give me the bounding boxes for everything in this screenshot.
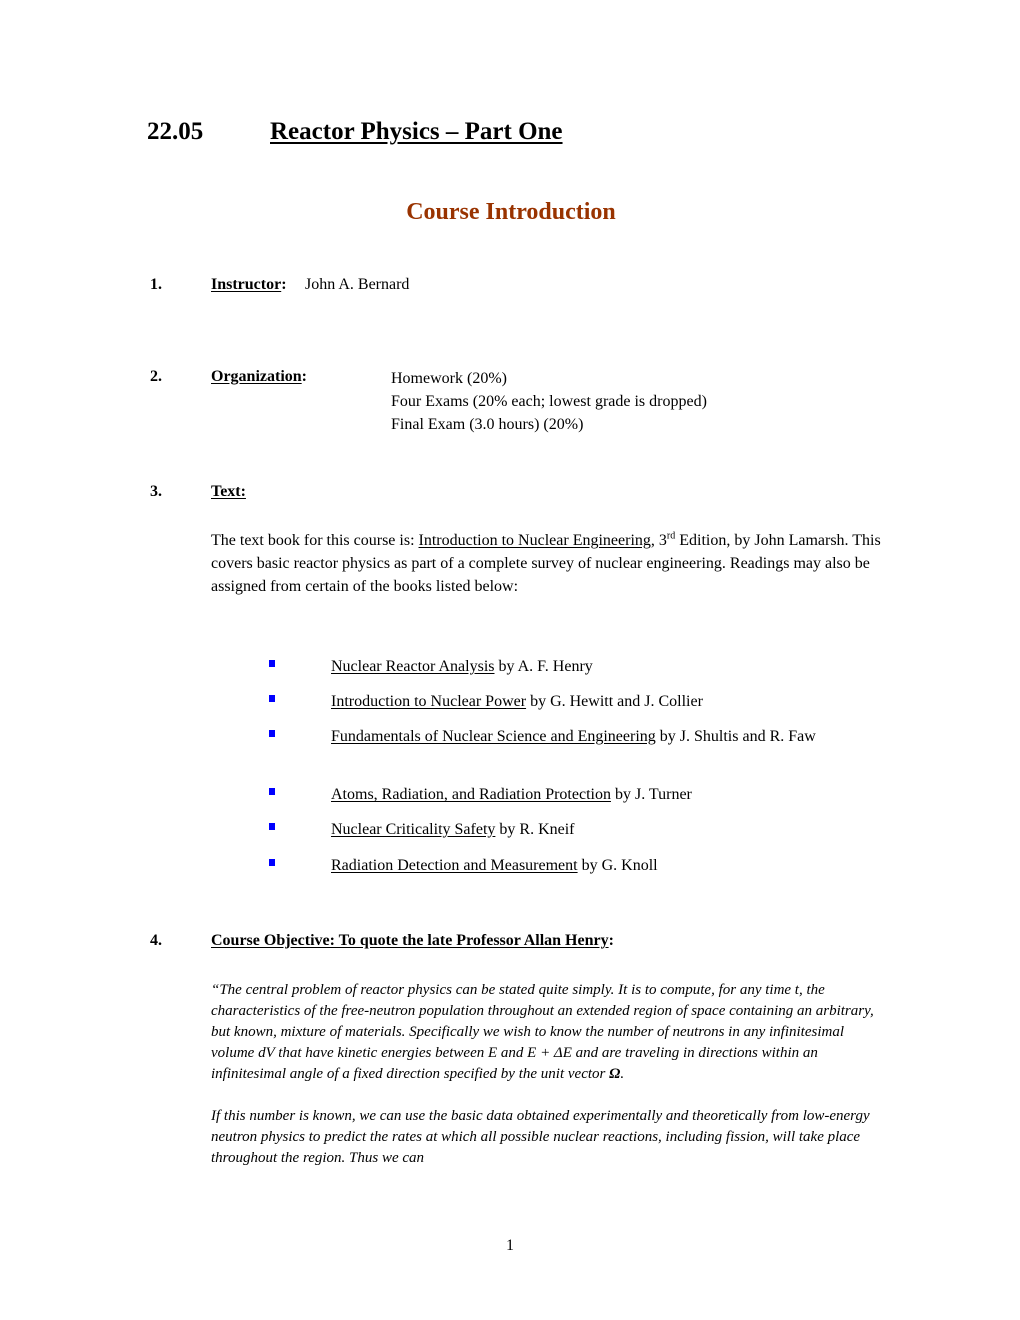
book-author: by R. Kneif (495, 821, 575, 838)
grading-list: Homework (20%) Four Exams (20% each; low… (391, 367, 707, 436)
page-number: 1 (506, 1237, 514, 1254)
book-title: Radiation Detection and Measurement (331, 857, 578, 874)
book-author: by G. Knoll (577, 857, 658, 874)
book-title: Nuclear Reactor Analysis (331, 658, 495, 675)
section-4-number: 4. (150, 932, 162, 949)
book-author: by A. F. Henry (494, 658, 593, 675)
organization-label: Organization (211, 368, 302, 385)
section-3-label: Text: (211, 483, 246, 501)
square-bullet-icon (269, 788, 275, 795)
instructor-name: John A. Bernard (305, 276, 410, 293)
textbook-title: Introduction to Nuclear Engineering (418, 532, 651, 549)
edition-number: , 3 (650, 532, 667, 549)
book-author: by J. Turner (610, 786, 692, 803)
grading-item-exams: Four Exams (20% each; lowest grade is dr… (391, 393, 707, 410)
course-title: Reactor Physics – Part One (270, 118, 563, 145)
section-3-number: 3. (150, 483, 162, 500)
square-bullet-icon (269, 823, 275, 830)
grading-item-homework: Homework (20%) (391, 370, 507, 387)
section-2-number: 2. (150, 368, 162, 385)
textbook-paragraph: The text book for this course is: Introd… (211, 529, 881, 598)
quote-paragraph-2: If this number is known, we can use the … (211, 1108, 870, 1166)
square-bullet-icon (269, 859, 275, 866)
edition-superscript: rd (666, 530, 676, 542)
henry-quote: “The central problem of reactor physics … (211, 980, 876, 1169)
grading-item-final: Final Exam (3.0 hours) (20%) (391, 416, 584, 433)
book-author: by J. Shultis and R. Faw (655, 728, 816, 745)
subtitle-text: Course Introduction (406, 199, 616, 225)
square-bullet-icon (269, 660, 275, 667)
unit-vector-symbol: Ω (609, 1066, 621, 1082)
section-4-label: Course Objective: To quote the late Prof… (211, 932, 614, 950)
quote-text: . (620, 1066, 625, 1082)
section-heading: Course Introduction (0, 199, 1020, 226)
para-text: The text book for this course is: (211, 532, 419, 549)
book-title: Nuclear Criticality Safety (331, 821, 496, 838)
course-number: 22.05 (147, 118, 204, 145)
book-title: Introduction to Nuclear Power (331, 693, 527, 710)
instructor-label: Instructor (211, 276, 282, 293)
book-title: Atoms, Radiation, and Radiation Protecti… (331, 786, 611, 803)
section-1-number: 1. (150, 276, 162, 293)
book-author: by G. Hewitt and J. Collier (526, 693, 703, 710)
book-title: Fundamentals of Nuclear Science and Engi… (331, 728, 656, 745)
text-label: Text: (211, 483, 246, 500)
section-2-label: Organization: (211, 368, 307, 386)
quote-text: “The central problem of reactor physics … (211, 982, 874, 1082)
label-colon: : (608, 932, 614, 949)
label-colon: : (301, 368, 307, 385)
square-bullet-icon (269, 730, 275, 737)
quote-paragraph-1: “The central problem of reactor physics … (211, 980, 876, 1085)
square-bullet-icon (269, 695, 275, 702)
label-colon: : (281, 276, 287, 293)
section-1-label: Instructor: (211, 276, 287, 294)
objective-label: Course Objective: To quote the late Prof… (211, 932, 609, 949)
